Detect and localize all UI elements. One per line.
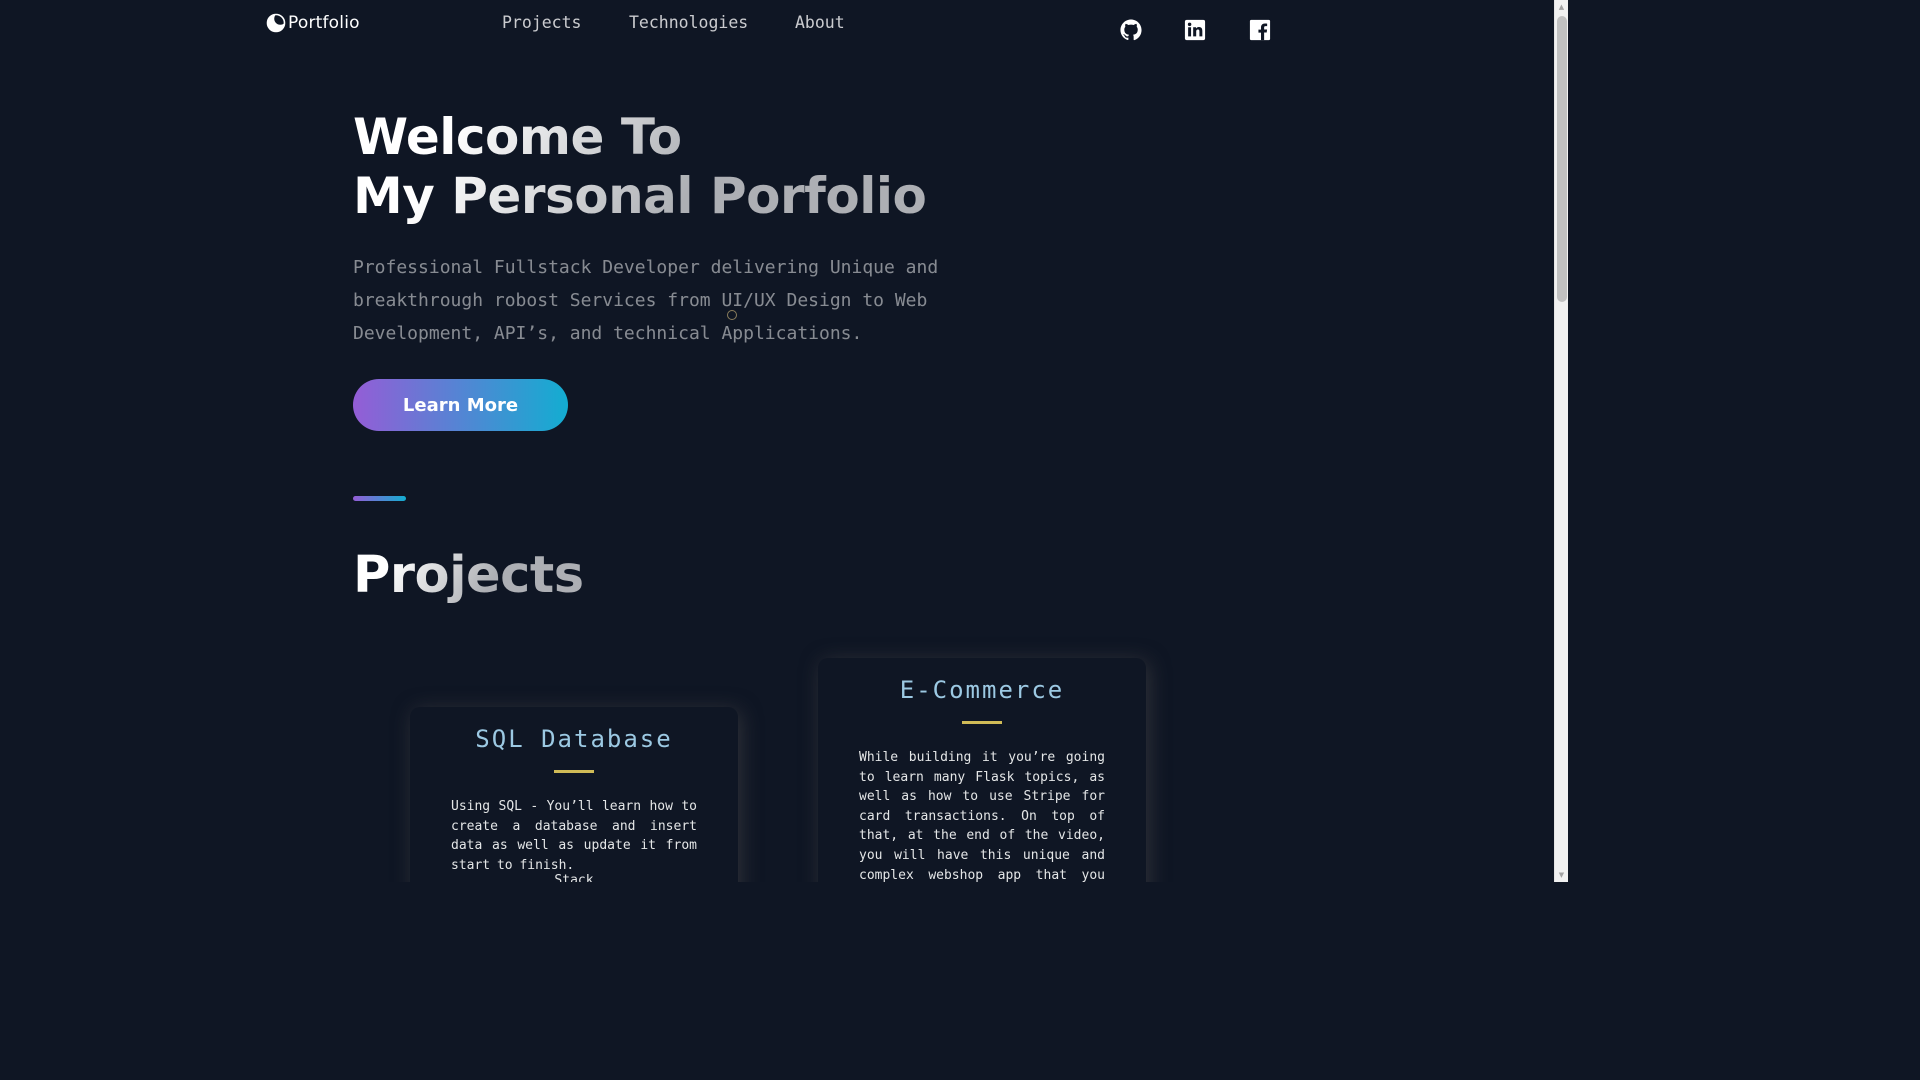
project-card[interactable]: SQL Database Using SQL - You’ll learn ho… xyxy=(410,707,738,882)
github-link[interactable] xyxy=(1120,19,1142,41)
project-card-divider xyxy=(962,721,1002,724)
scrollbar-thumb[interactable] xyxy=(1557,16,1567,302)
project-card-description: While building it you’re going to learn … xyxy=(859,750,1105,882)
github-icon xyxy=(1120,19,1142,41)
project-card-title: SQL Database xyxy=(475,725,673,753)
linkedin-icon xyxy=(1184,19,1206,41)
project-card-divider xyxy=(554,770,594,773)
nav-link-about[interactable]: About xyxy=(795,13,845,32)
learn-more-button[interactable]: Learn More xyxy=(353,379,568,431)
project-card-title: E-Commerce xyxy=(899,676,1065,704)
nav-link-projects[interactable]: Projects xyxy=(502,13,581,32)
mouse-cursor-indicator xyxy=(727,310,737,320)
facebook-icon xyxy=(1249,19,1271,41)
logo-icon xyxy=(266,13,286,33)
projects-section-title: Projects xyxy=(353,546,584,605)
logo-text: Portfolio xyxy=(288,13,360,33)
page: Portfolio Projects Technologies About We… xyxy=(0,0,1568,882)
linkedin-link[interactable] xyxy=(1184,19,1206,41)
hero-title: Welcome To My Personal Porfolio xyxy=(353,108,926,226)
project-card-description: Using SQL - You’ll learn how to create a… xyxy=(451,799,697,873)
logo-link[interactable]: Portfolio xyxy=(266,13,360,33)
hero-description: Professional Fullstack Developer deliver… xyxy=(353,257,939,344)
scroll-down-arrow-icon[interactable]: ▼ xyxy=(1555,868,1568,882)
section-divider xyxy=(353,496,406,501)
site-header: Portfolio Projects Technologies About xyxy=(0,0,1554,60)
hero-title-line1: Welcome To xyxy=(353,108,682,166)
facebook-link[interactable] xyxy=(1249,19,1271,41)
vertical-scrollbar[interactable]: ▲ ▼ xyxy=(1554,0,1568,882)
nav-link-technologies[interactable]: Technologies xyxy=(629,13,748,32)
scroll-up-arrow-icon[interactable]: ▲ xyxy=(1555,0,1568,14)
hero-title-line2: My Personal Porfolio xyxy=(353,167,927,225)
project-card[interactable]: E-Commerce While building it you’re goin… xyxy=(818,658,1146,882)
